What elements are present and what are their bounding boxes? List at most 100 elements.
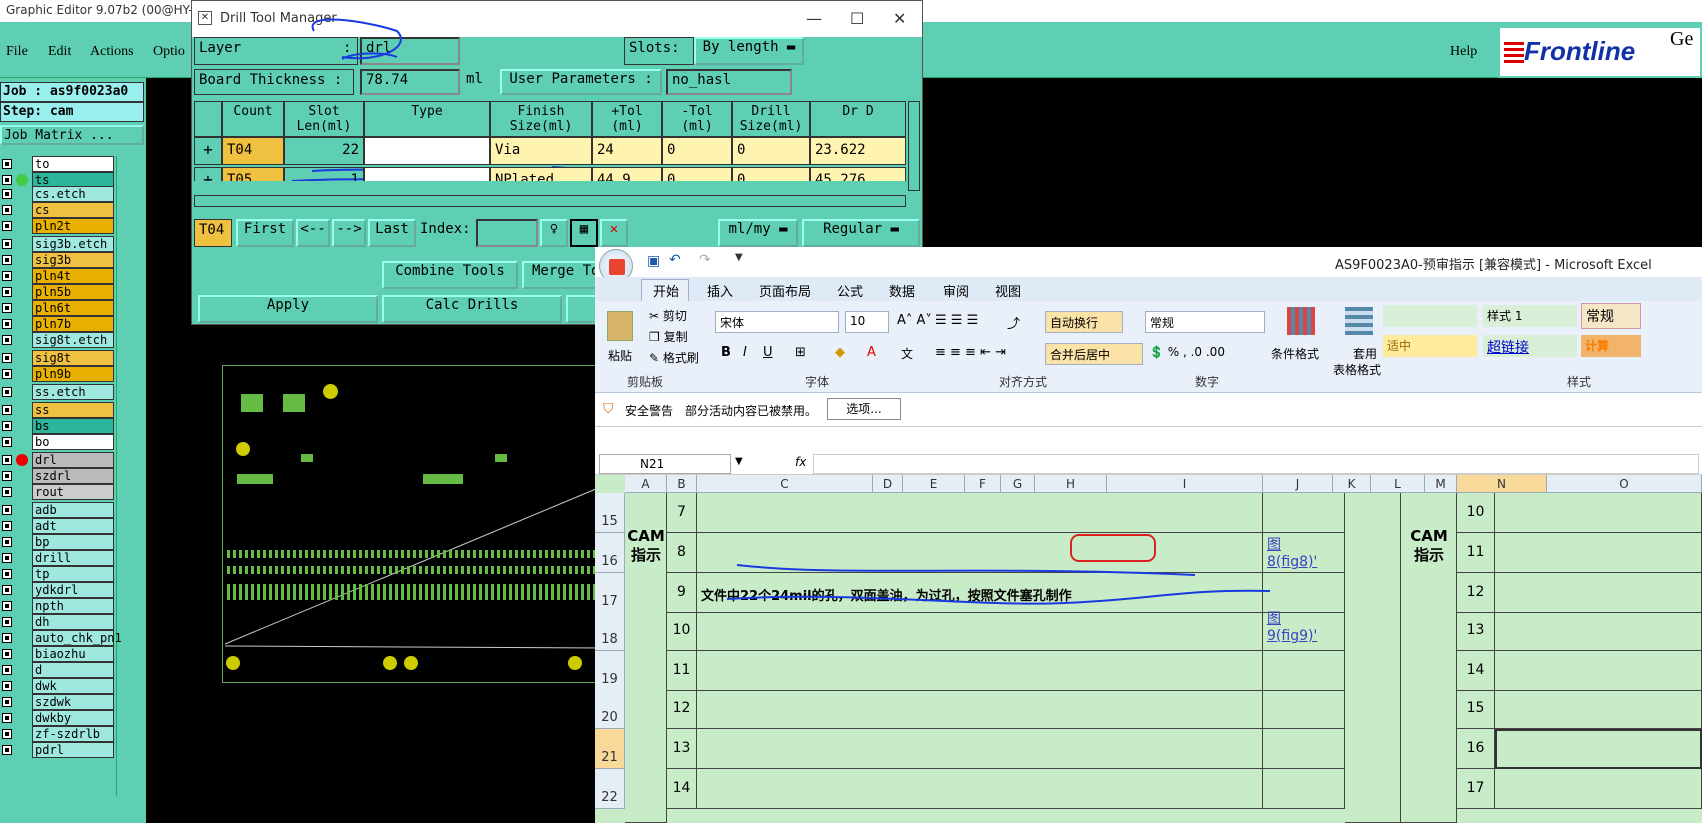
underline-icon[interactable]: U <box>763 345 773 360</box>
layer-row[interactable]: adt <box>0 518 116 534</box>
layer-row[interactable]: sig3b.etch <box>0 236 116 252</box>
layer-row[interactable]: sig3b <box>0 252 116 268</box>
tab-formulas[interactable]: 公式 <box>837 281 863 300</box>
layer-name[interactable]: auto_chk_pn1 <box>32 630 122 646</box>
layer-name[interactable]: szdwk <box>32 694 114 710</box>
merge-center-button[interactable]: 合并后居中 <box>1045 343 1143 365</box>
layer-checkbox[interactable] <box>2 649 12 659</box>
layer-row[interactable]: dh <box>0 614 116 630</box>
style-hyperlink[interactable]: 超链接 <box>1483 335 1577 357</box>
layer-name[interactable]: zf-szdrlb <box>32 726 114 742</box>
layer-checkbox[interactable] <box>2 585 12 595</box>
instruction-cell[interactable] <box>697 651 1263 691</box>
layer-name[interactable]: biaozhu <box>32 646 114 662</box>
layer-checkbox[interactable] <box>2 633 12 643</box>
layer-checkbox[interactable] <box>2 303 12 313</box>
layer-checkbox[interactable] <box>2 159 12 169</box>
column-header[interactable]: D <box>873 475 903 493</box>
layer-checkbox[interactable] <box>2 553 12 563</box>
layer-name[interactable]: bo <box>32 434 114 450</box>
layer-checkbox[interactable] <box>2 729 12 739</box>
column-header[interactable]: B <box>667 475 697 493</box>
layer-row[interactable]: pln6t <box>0 300 116 316</box>
row-header[interactable]: 17 <box>595 573 625 613</box>
layer-checkbox[interactable] <box>2 455 12 465</box>
finish-size-input[interactable]: 24 <box>592 137 662 165</box>
layer-checkbox[interactable] <box>2 665 12 675</box>
figure-link-line2[interactable]: 9(fig9)' <box>1267 628 1317 645</box>
step-number-cell[interactable]: 10 <box>1457 493 1495 533</box>
instruction-cell[interactable] <box>1495 533 1702 573</box>
wrap-text-button[interactable]: 自动换行 <box>1045 311 1123 333</box>
column-header[interactable]: O <box>1547 475 1702 493</box>
instruction-cell[interactable] <box>1495 729 1702 769</box>
step-number-cell[interactable]: 14 <box>667 769 697 809</box>
layer-row[interactable]: tp <box>0 566 116 582</box>
step-number-cell[interactable]: 11 <box>667 651 697 691</box>
layer-name[interactable]: tp <box>32 566 114 582</box>
empty-column-k[interactable] <box>1345 493 1401 823</box>
layer-checkbox[interactable] <box>2 353 12 363</box>
conditional-format-label[interactable]: 条件格式 <box>1271 345 1319 362</box>
layer-name[interactable]: pln2t <box>32 218 114 234</box>
layer-checkbox[interactable] <box>2 505 12 515</box>
menu-edit[interactable]: Edit <box>48 44 71 60</box>
instruction-cell[interactable] <box>1495 493 1702 533</box>
layer-list-scrollbar[interactable] <box>116 156 144 796</box>
layer-name[interactable]: cs.etch <box>32 186 114 202</box>
layer-row[interactable]: pln9b <box>0 366 116 382</box>
layer-name[interactable]: ss.etch <box>32 384 114 400</box>
layer-checkbox[interactable] <box>2 189 12 199</box>
layer-row[interactable]: dwk <box>0 678 116 694</box>
step-number-cell[interactable]: 16 <box>1457 729 1495 769</box>
step-number-cell[interactable]: 11 <box>1457 533 1495 573</box>
menu-file[interactable]: File <box>6 44 28 60</box>
layer-checkbox[interactable] <box>2 697 12 707</box>
table-format-label[interactable]: 套用 <box>1353 345 1377 362</box>
layer-row[interactable]: sig8t <box>0 350 116 366</box>
layer-row[interactable]: cs <box>0 202 116 218</box>
instruction-cell[interactable] <box>1495 651 1702 691</box>
figure-cell[interactable] <box>1263 769 1345 809</box>
layer-checkbox[interactable] <box>2 437 12 447</box>
copy-button[interactable]: ❐ 复制 <box>649 328 688 345</box>
layer-row[interactable]: bp <box>0 534 116 550</box>
instruction-cell[interactable] <box>1495 769 1702 809</box>
column-header[interactable]: C <box>697 475 873 493</box>
menu-help[interactable]: Help <box>1450 44 1477 60</box>
align-top-icon[interactable]: ☰ ☰ ☰ <box>935 313 978 328</box>
layer-row[interactable]: to <box>0 156 116 172</box>
layer-checkbox[interactable] <box>2 617 12 627</box>
figure-9-link[interactable]: 图 9(fig9)' <box>1267 611 1317 645</box>
format-painter-button[interactable]: ✎ 格式刷 <box>649 349 699 366</box>
layer-name[interactable]: npth <box>32 598 114 614</box>
row-header[interactable]: 15 <box>595 493 625 533</box>
layer-row[interactable]: szdwk <box>0 694 116 710</box>
layer-row[interactable]: cs.etch <box>0 186 116 202</box>
step-number-cell[interactable]: 8 <box>667 533 697 573</box>
step-number-cell[interactable]: 10 <box>667 611 697 651</box>
layer-row[interactable]: pln5b <box>0 284 116 300</box>
tab-home[interactable]: 开始 <box>653 281 679 300</box>
column-header[interactable]: J <box>1263 475 1333 493</box>
layer-checkbox[interactable] <box>2 537 12 547</box>
phonetic-icon[interactable]: 文 <box>901 345 913 362</box>
style-blank[interactable] <box>1383 305 1477 327</box>
tab-insert[interactable]: 插入 <box>707 281 733 300</box>
tab-data[interactable]: 数据 <box>889 281 915 300</box>
figure-cell[interactable] <box>1263 689 1345 729</box>
plus-tol-input[interactable]: 0 <box>662 137 732 165</box>
row-header[interactable]: 19 <box>595 651 625 691</box>
layer-name[interactable]: drill <box>32 550 114 566</box>
layer-checkbox[interactable] <box>2 487 12 497</box>
layer-checkbox[interactable] <box>2 681 12 691</box>
layer-name[interactable]: adb <box>32 502 114 518</box>
minus-tol-input[interactable]: 0 <box>732 137 810 165</box>
layer-name[interactable]: dh <box>32 614 114 630</box>
spreadsheet-grid[interactable]: A B C D E F G H I J K L M N O 15 7 10 16 8 11 17 9 12 18 10 13 19 11… <box>595 475 1702 823</box>
layer-name[interactable]: sig3b <box>32 252 114 268</box>
layer-row[interactable]: bo <box>0 434 116 450</box>
layer-name[interactable]: to <box>32 156 114 172</box>
column-header[interactable]: M <box>1425 475 1457 493</box>
layer-name[interactable]: pln7b <box>32 316 114 332</box>
